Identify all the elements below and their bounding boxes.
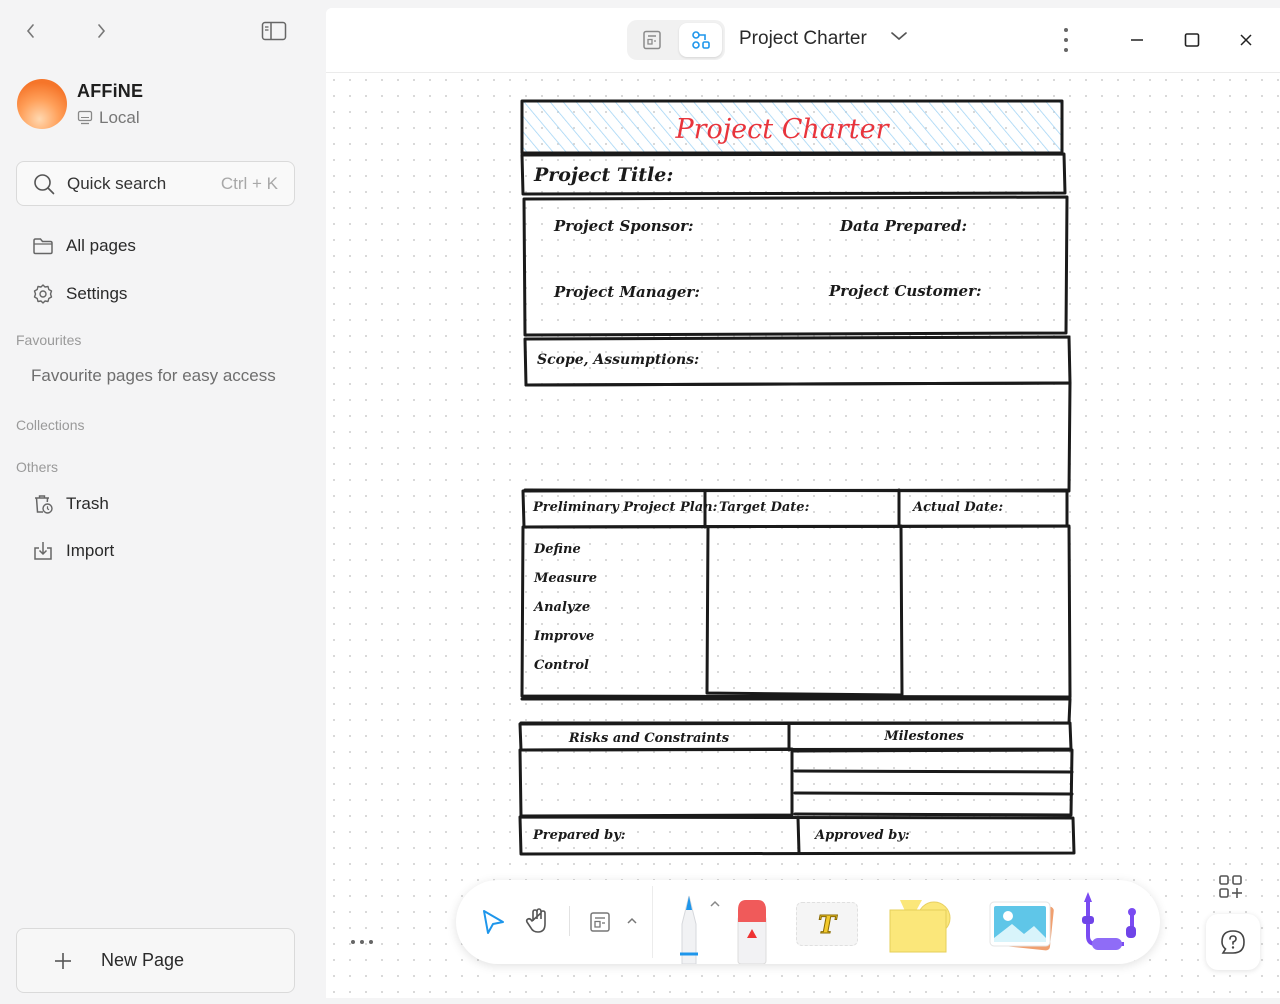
hand-tool-button[interactable] — [522, 904, 554, 938]
favourites-empty-text: Favourite pages for easy access — [31, 366, 276, 385]
prelim-plan-label: Preliminary Project Plan: — [532, 500, 718, 515]
quick-search-shortcut: Ctrl + K — [220, 173, 278, 193]
risks-label: Risks and Constraints — [568, 731, 730, 746]
charter-heading: Project Charter — [674, 114, 890, 145]
chevron-down-icon[interactable] — [890, 30, 908, 42]
date-prepared-label: Data Prepared: — [839, 217, 967, 235]
new-page-label: New Page — [101, 950, 185, 970]
sidebar: AFFiNE Local Quick search Ctrl + K All p… — [0, 0, 325, 1004]
image-icon — [989, 901, 1054, 951]
edgeless-canvas[interactable]: Project Charter Project Charter Project … — [326, 8, 1280, 998]
edgeless-mode-icon — [691, 31, 710, 49]
sidebar-item-label: Settings — [66, 284, 128, 303]
eraser-icon — [737, 900, 767, 964]
maximize-icon — [1184, 33, 1200, 47]
sidebar-item-label: Trash — [66, 494, 109, 513]
actual-date-label: Actual Date: — [911, 500, 1003, 515]
quick-search[interactable]: Quick search Ctrl + K — [16, 161, 295, 206]
more-dots-icon[interactable] — [350, 938, 376, 946]
text-tool-glyph: T — [818, 909, 837, 939]
project-customer-label: Project Customer: — [828, 282, 982, 300]
favourites-label: Favourites — [16, 332, 82, 348]
chevron-left-icon — [26, 24, 34, 38]
help-button[interactable] — [1206, 914, 1260, 970]
approved-by-label: Approved by: — [813, 828, 910, 843]
project-title-label: Project Title: — [533, 164, 673, 186]
milestones-label: Milestones — [883, 729, 964, 744]
project-sponsor-label: Project Sponsor: — [553, 217, 694, 235]
note-tool-button[interactable] — [584, 906, 616, 938]
collapse-sidebar-button[interactable] — [261, 18, 287, 44]
toolbar-divider — [569, 906, 570, 936]
chevron-up-icon[interactable] — [709, 900, 721, 908]
image-tool-button[interactable] — [986, 898, 1056, 954]
folder-icon — [33, 238, 53, 255]
gear-icon — [33, 284, 53, 304]
help-icon — [1221, 930, 1245, 954]
phase-item: Analyze — [532, 600, 590, 615]
close-icon — [1240, 34, 1252, 46]
editor-mode-switch — [627, 20, 725, 60]
sidebar-toggle-icon — [261, 21, 287, 41]
minimize-icon — [1131, 39, 1143, 41]
workspace-switcher[interactable]: AFFiNE Local — [17, 79, 143, 129]
text-tool-button[interactable]: T — [796, 902, 858, 946]
shape-tool-button[interactable] — [886, 894, 956, 954]
close-button[interactable] — [1234, 28, 1258, 52]
sidebar-item-label: Import — [66, 541, 115, 560]
local-computer-icon — [77, 110, 93, 125]
import-icon — [34, 542, 52, 560]
layout-grid-icon[interactable] — [1218, 874, 1244, 900]
eraser-tool-button[interactable] — [736, 896, 768, 964]
prepared-by-label: Prepared by: — [532, 828, 626, 843]
note-icon — [590, 912, 610, 932]
scope-label: Scope, Assumptions: — [537, 352, 699, 368]
phase-item: Measure — [533, 571, 597, 586]
phase-item: Control — [534, 658, 589, 673]
toolbar-divider — [652, 886, 653, 958]
edgeless-mode-button[interactable] — [679, 23, 722, 57]
project-charter-sheet[interactable]: Project Charter Project Title: Project S… — [516, 93, 1076, 863]
pen-icon — [680, 895, 698, 964]
sidebar-item-trash[interactable]: Trash — [32, 493, 109, 515]
collections-label: Collections — [16, 417, 85, 433]
maximize-button[interactable] — [1180, 28, 1204, 52]
shapes-icon — [889, 900, 951, 953]
page-mode-button[interactable] — [630, 23, 673, 57]
quick-search-label: Quick search — [67, 173, 167, 193]
page-mode-icon — [642, 30, 661, 50]
sidebar-item-all-pages[interactable]: All pages — [32, 236, 136, 256]
plus-icon — [55, 952, 71, 969]
cursor-icon — [483, 910, 504, 934]
chevron-up-icon[interactable] — [626, 917, 638, 925]
select-tool-button[interactable] — [478, 906, 508, 938]
trash-icon — [35, 495, 53, 514]
phase-item: Improve — [533, 629, 594, 644]
more-options-icon[interactable] — [1056, 26, 1076, 54]
pen-tool-button[interactable] — [672, 890, 706, 964]
document-title[interactable]: Project Charter — [739, 28, 867, 50]
sidebar-item-import[interactable]: Import — [32, 540, 114, 562]
header-bar: Project Charter — [326, 8, 1280, 73]
forward-button[interactable] — [88, 18, 114, 44]
phase-item: Define — [533, 542, 581, 557]
connector-icon — [1082, 892, 1136, 950]
minimize-button[interactable] — [1125, 28, 1149, 52]
others-label: Others — [16, 459, 59, 475]
hand-icon — [525, 908, 546, 933]
chevron-right-icon — [98, 24, 106, 38]
new-page-button[interactable]: New Page — [16, 928, 295, 993]
project-manager-label: Project Manager: — [553, 283, 700, 301]
workspace-name: AFFiNE — [77, 80, 144, 101]
search-icon — [34, 173, 55, 194]
connector-tool-button[interactable] — [1078, 888, 1138, 956]
sidebar-item-settings[interactable]: Settings — [32, 283, 127, 305]
workspace-avatar — [17, 79, 67, 129]
workspace-type: Local — [99, 107, 140, 127]
sidebar-item-label: All pages — [66, 236, 136, 255]
edgeless-toolbar: T — [456, 880, 1160, 964]
target-date-label: Target Date: — [719, 500, 810, 515]
back-button[interactable] — [18, 18, 44, 44]
